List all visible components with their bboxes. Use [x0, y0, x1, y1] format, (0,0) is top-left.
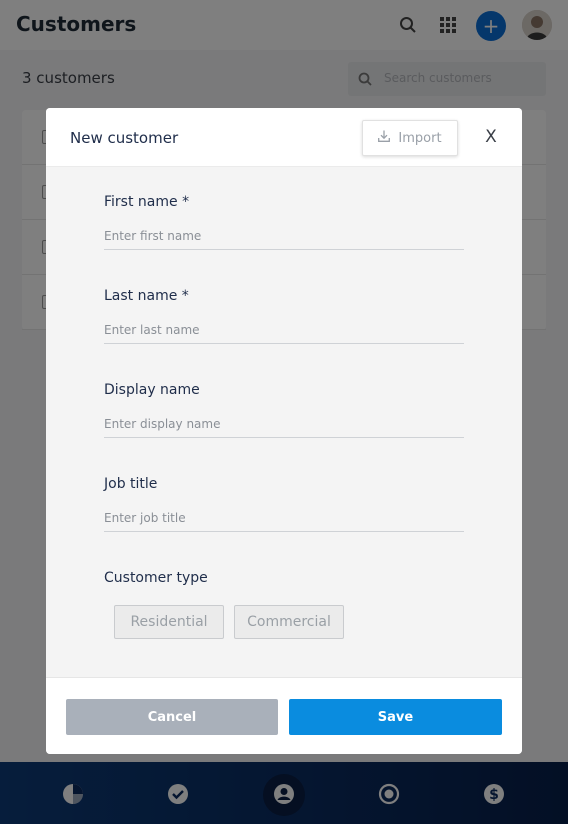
residential-option-button[interactable]: Residential — [114, 605, 224, 639]
field-label: Last name * — [104, 288, 189, 304]
import-label: Import — [398, 130, 442, 146]
first-name-input[interactable] — [104, 222, 464, 250]
dialog-footer: Cancel Save — [46, 677, 522, 754]
field-label: Display name — [104, 382, 200, 398]
cancel-button[interactable]: Cancel — [66, 699, 278, 735]
job-title-input[interactable] — [104, 504, 464, 532]
field-label: First name * — [104, 194, 190, 210]
last-name-input[interactable] — [104, 316, 464, 344]
job-title-field: Job title — [104, 476, 464, 532]
customer-type-label: Customer type — [104, 570, 208, 586]
import-button[interactable]: Import — [362, 120, 458, 156]
new-customer-dialog: New customer Import X First name * Last … — [46, 108, 522, 754]
download-icon — [378, 130, 391, 146]
dialog-header: New customer Import X — [46, 108, 522, 167]
display-name-field: Display name — [104, 382, 464, 438]
close-icon[interactable]: X — [482, 127, 500, 147]
display-name-input[interactable] — [104, 410, 464, 438]
last-name-field: Last name * — [104, 288, 464, 344]
commercial-option-button[interactable]: Commercial — [234, 605, 344, 639]
first-name-field: First name * — [104, 194, 464, 250]
field-label: Job title — [104, 476, 158, 492]
save-button[interactable]: Save — [289, 699, 502, 735]
dialog-title: New customer — [70, 129, 179, 147]
